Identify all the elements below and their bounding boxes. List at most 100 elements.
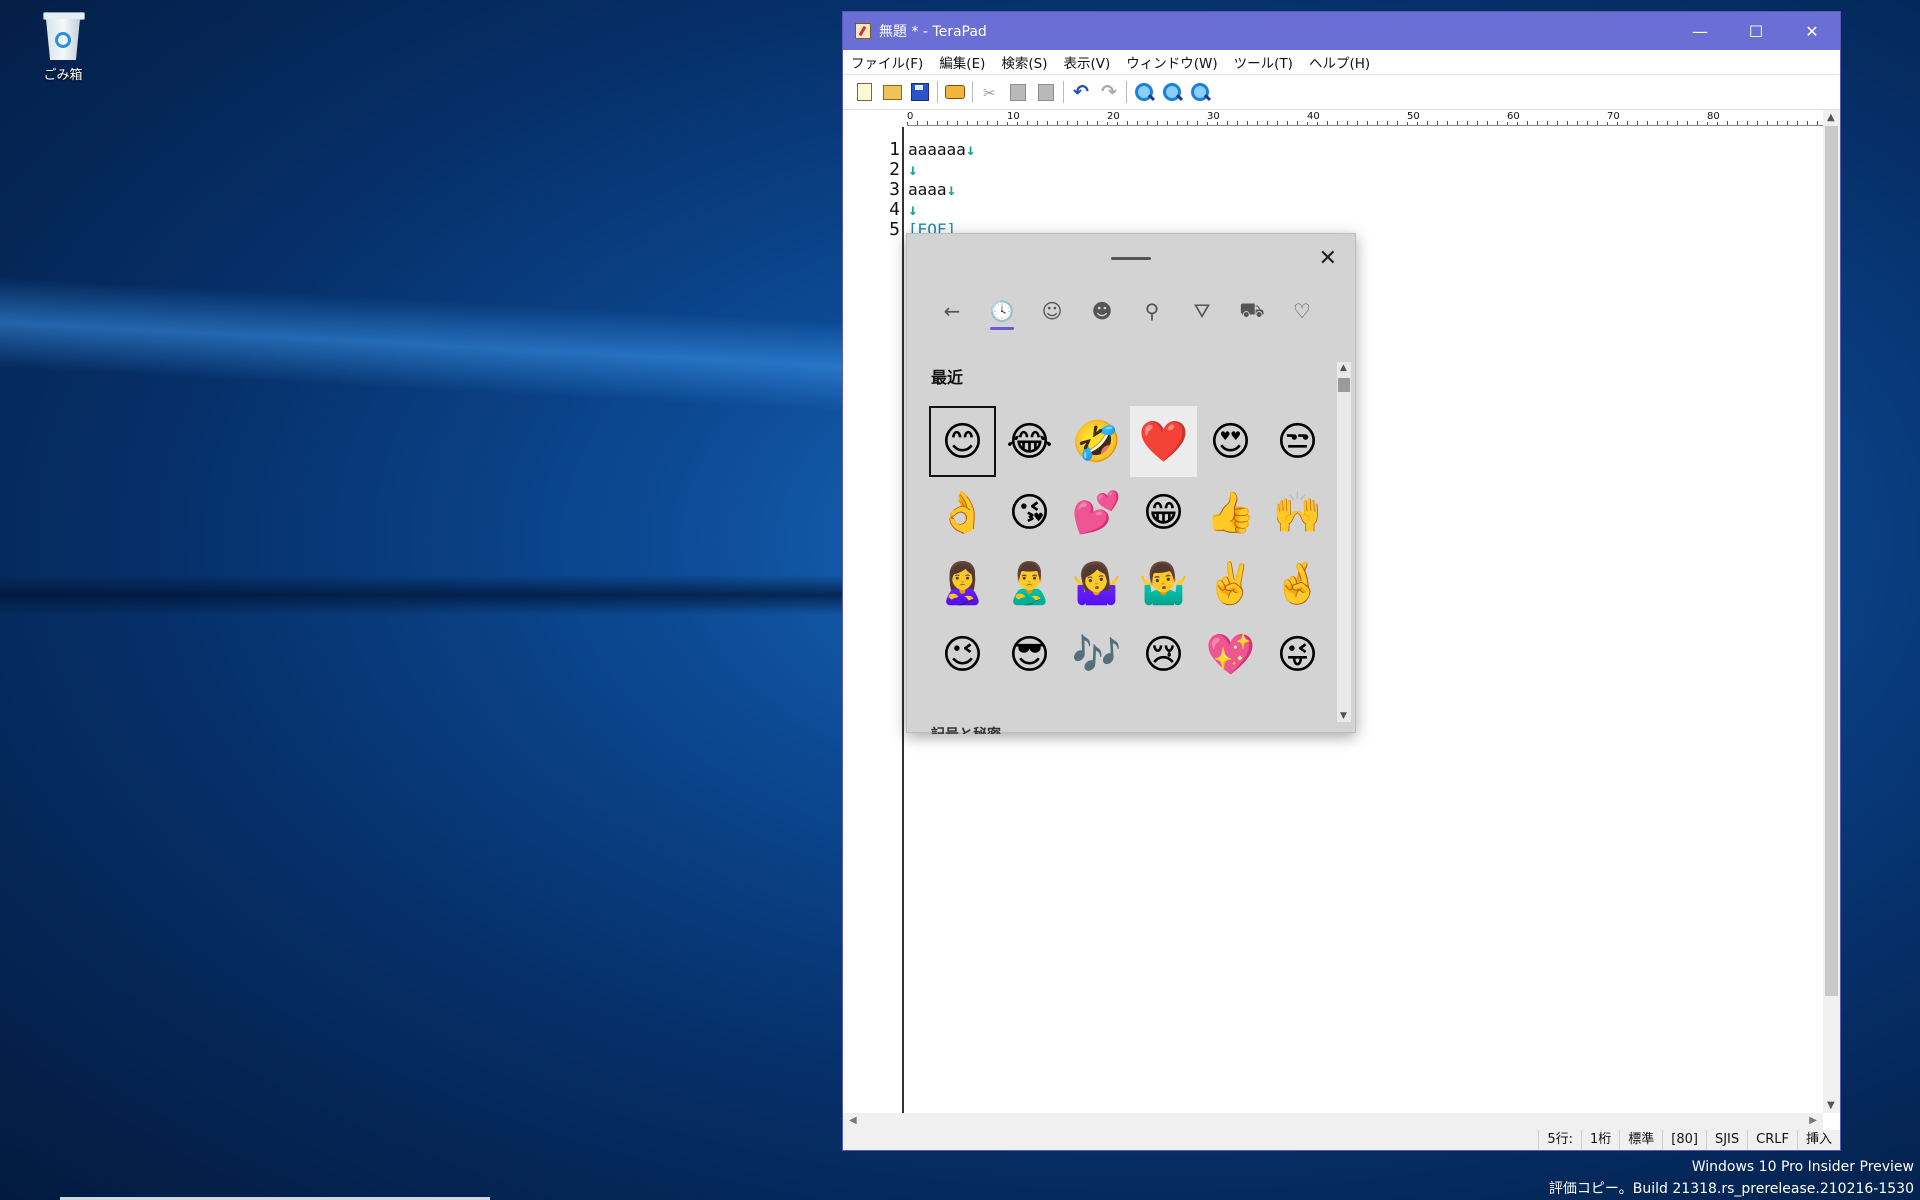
scroll-left-arrow-icon[interactable]: ◀ [849,1115,857,1126]
menu-edit[interactable]: 編集(E) [931,52,993,72]
menu-search[interactable]: 検索(S) [993,52,1055,72]
emoji-cell[interactable]: 💕 [1063,477,1130,548]
celebration-icon[interactable]: ⚲ [1127,296,1177,326]
food-icon[interactable]: ⛛ [1177,296,1227,326]
text-line: aaaaaa↓ [908,140,976,159]
toolbar-separator [1063,81,1064,103]
cut-button[interactable]: ✂ [979,81,1001,103]
line-number: 5 [889,219,900,240]
emoji-cell[interactable]: 🤞 [1264,548,1331,619]
status-column: 1桁 [1580,1130,1619,1150]
title-bar[interactable]: 無題 * - TeraPad — ☐ ✕ [843,12,1840,50]
next-section-title: 記号と秘密 [931,724,1001,734]
undo-button[interactable]: ↶ [1070,81,1092,103]
status-encoding[interactable]: SJIS [1705,1130,1747,1150]
paste-icon [1038,83,1054,101]
scroll-right-arrow-icon[interactable]: ▶ [1809,1115,1817,1126]
newline-mark: ↓ [908,160,918,179]
ruler-tick: 70 [1607,111,1621,122]
emoji-scrollbar[interactable]: ▲ ▼ [1337,362,1351,722]
emoji-cell[interactable]: 😢 [1130,619,1197,690]
emoji-cell[interactable]: 🙌 [1264,477,1331,548]
emoji-cell[interactable]: 🤣 [1063,406,1130,477]
redo-button[interactable]: ↷ [1098,81,1120,103]
recycle-bin-desktop-icon[interactable]: ごみ箱 [30,10,96,83]
wallpaper-dark-band [0,575,860,615]
paste-button[interactable] [1035,81,1057,103]
scroll-up-arrow-icon[interactable]: ▲ [1827,112,1835,123]
close-button[interactable]: ✕ [1784,12,1840,50]
emoji-cell[interactable]: 😊 [929,406,996,477]
car-icon[interactable]: ⛟ [1227,296,1277,326]
terapad-app-icon[interactable] [855,23,871,39]
people-icon[interactable]: ☻ [1077,296,1127,326]
emoji-scroll-up-icon[interactable]: ▲ [1340,363,1347,373]
find-button[interactable] [1133,81,1155,103]
ruler-tick: 80 [1707,111,1721,122]
toolbar: ✂ ↶ ↷ [843,75,1840,110]
emoji-cell[interactable]: 😉 [929,619,996,690]
menu-tools[interactable]: ツール(T) [1226,52,1301,72]
menu-view[interactable]: 表示(V) [1056,52,1119,72]
emoji-cell[interactable]: 🤷‍♀️ [1063,548,1130,619]
emoji-cell[interactable]: ❤️ [1130,406,1197,477]
save-disk-icon [911,83,929,101]
emoji-cell[interactable]: 😒 [1264,406,1331,477]
text-line: ↓ [908,200,975,220]
emoji-cell[interactable]: 😍 [1197,406,1264,477]
ruler-tick: 60 [1507,111,1521,122]
recent-clock-icon[interactable]: 🕓 [977,296,1027,330]
maximize-button[interactable]: ☐ [1728,12,1784,50]
undo-icon: ↶ [1073,81,1089,103]
horizontal-scrollbar[interactable]: ◀ ▶ [843,1113,1823,1130]
find-next-button[interactable] [1161,81,1183,103]
line-number: 3 [889,179,900,200]
print-button[interactable] [944,81,966,103]
emoji-cell[interactable]: 🙎‍♀️ [929,548,996,619]
emoji-cell[interactable]: 🤷‍♂️ [1130,548,1197,619]
emoji-cell[interactable]: 👍 [1197,477,1264,548]
toolbar-separator [972,81,973,103]
status-line-ending[interactable]: CRLF [1747,1130,1797,1150]
emoji-grid: 😊 😂 🤣 ❤️ 😍 😒 👌 😘 💕 😁 👍 🙌 🙎‍♀️ 🙎‍♂️ 🤷‍♀️ 🤷‍♂️ ✌️ 🤞 😉 😎 🎶 😢 💖 😜 [929,406,1339,690]
emoji-cell[interactable]: 🙎‍♂️ [996,548,1063,619]
status-mode: 標準 [1619,1130,1662,1150]
find-magnifier-icon [1135,83,1153,101]
status-insert-mode[interactable]: 挿入 [1796,1130,1840,1150]
save-button[interactable] [909,81,931,103]
text-content[interactable]: aaaaaa↓ ↓ aaaa↓ ↓ [EOF] [908,140,975,240]
wallpaper-light-beam [0,277,860,413]
new-file-button[interactable] [853,81,875,103]
emoji-scroll-thumb[interactable] [1338,378,1350,392]
status-bar: 5行: 1桁 標準 [80] SJIS CRLF 挿入 [843,1130,1840,1150]
vertical-scrollbar[interactable]: ▲ ▼ [1823,110,1840,1113]
emoji-scroll-down-icon[interactable]: ▼ [1340,711,1347,721]
emoji-cell[interactable]: ✌️ [1197,548,1264,619]
open-file-button[interactable] [881,81,903,103]
menu-help[interactable]: ヘルプ(H) [1301,52,1378,72]
menu-file[interactable]: ファイル(F) [843,52,931,72]
scroll-thumb[interactable] [1825,126,1838,996]
smiley-icon[interactable]: ☺ [1027,296,1077,326]
emoji-cell[interactable]: 💖 [1197,619,1264,690]
ruler-tick: 10 [1007,111,1021,122]
emoji-cell[interactable]: 🎶 [1063,619,1130,690]
emoji-cell[interactable]: 😎 [996,619,1063,690]
emoji-cell[interactable]: 😁 [1130,477,1197,548]
ruler-tick: 0 [907,111,915,122]
scissors-icon: ✂ [983,84,996,102]
emoji-cell[interactable]: 😘 [996,477,1063,548]
heart-icon[interactable]: ♡ [1277,296,1327,326]
menu-window[interactable]: ウィンドウ(W) [1118,52,1225,72]
drag-handle[interactable] [1111,257,1151,260]
emoji-close-button[interactable]: ✕ [1319,246,1337,271]
emoji-cell[interactable]: 😂 [996,406,1063,477]
minimize-button[interactable]: — [1672,12,1728,50]
replace-button[interactable] [1189,81,1211,103]
emoji-cell[interactable]: 👌 [929,477,996,548]
back-arrow-icon[interactable]: ← [927,296,977,326]
copy-button[interactable] [1007,81,1029,103]
emoji-cell[interactable]: 😜 [1264,619,1331,690]
scroll-down-arrow-icon[interactable]: ▼ [1827,1100,1835,1111]
newline-mark: ↓ [908,200,918,219]
